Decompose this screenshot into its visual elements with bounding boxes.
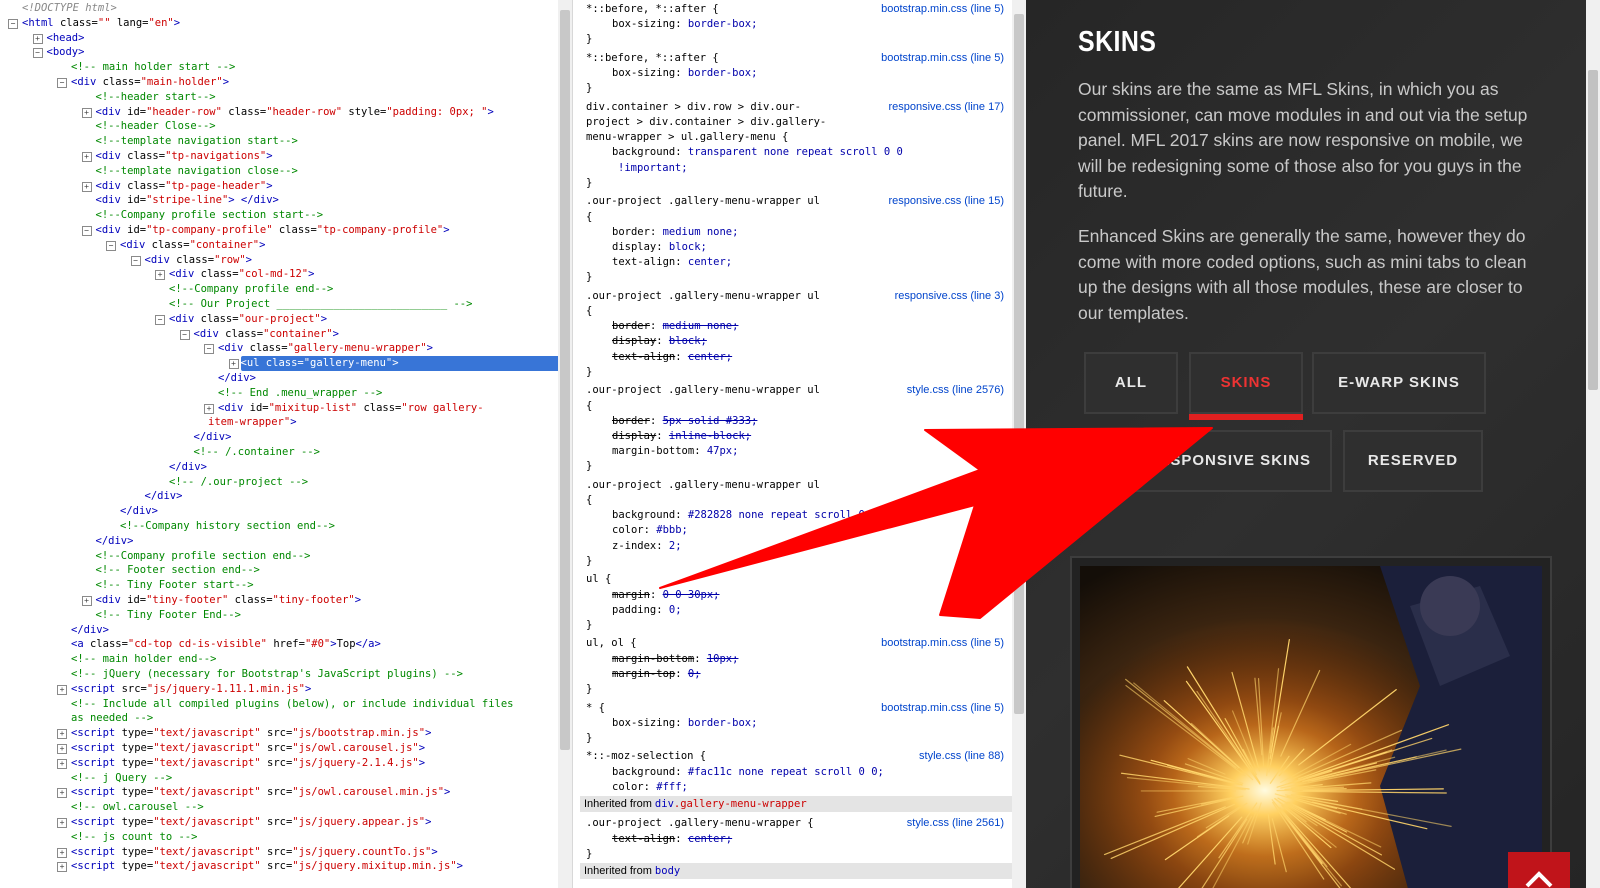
red-arrow-icon: [659, 427, 1213, 619]
